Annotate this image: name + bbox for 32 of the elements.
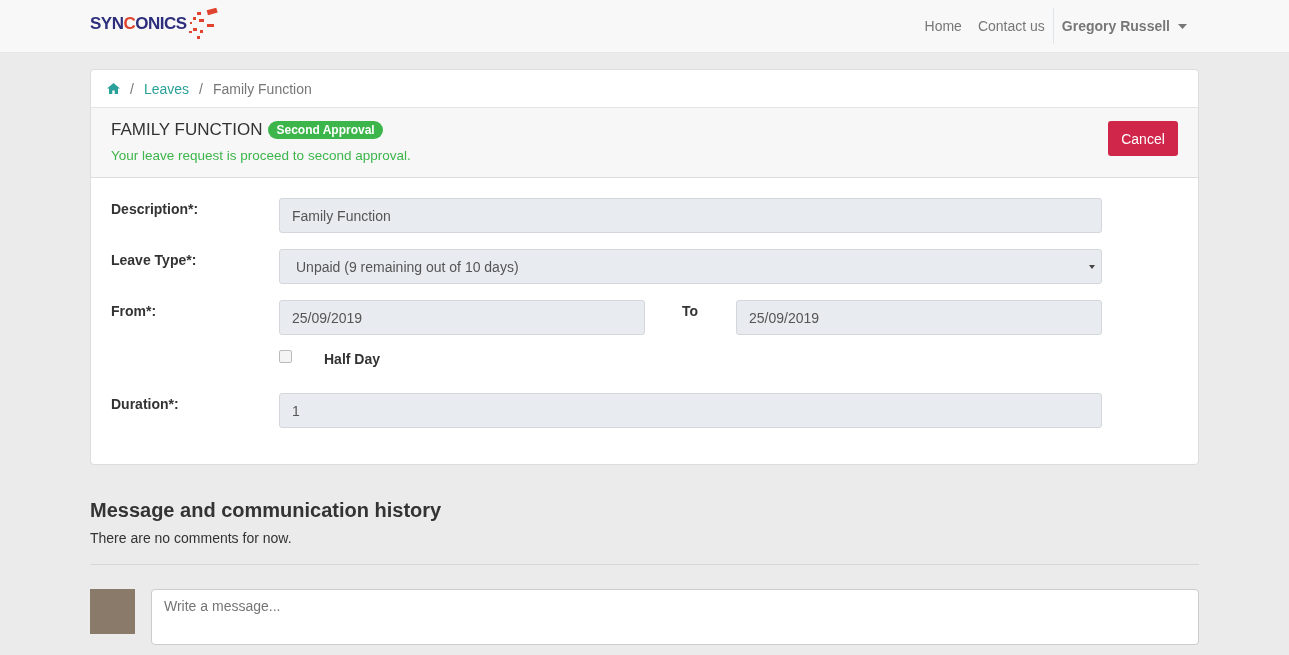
checkbox-label: Half Day <box>324 351 381 367</box>
status-message: Your leave request is proceed to second approval. <box>111 148 411 163</box>
logo-text[interactable]: SYNCONICS <box>90 14 187 34</box>
user-menu[interactable]: Gregory Russell <box>1061 18 1187 34</box>
message-field[interactable]: Write a message... <box>151 589 1199 645</box>
logo-dots-icon <box>186 7 219 41</box>
cancel-button[interactable]: Cancel <box>1108 121 1178 156</box>
nav-link[interactable]: Contact us <box>977 18 1045 34</box>
half-day-checkbox[interactable] <box>279 349 292 363</box>
empty-comments-text: There are no comments for now. <box>90 530 293 546</box>
status-badge: Second Approval <box>268 121 383 139</box>
field-label: Description*: <box>111 200 200 217</box>
field-label: To <box>682 302 700 319</box>
breadcrumb-separator: / <box>199 80 203 97</box>
section-heading: Message and communication history <box>90 499 443 522</box>
request-title: FAMILY FUNCTION <box>111 120 263 140</box>
field-label: From*: <box>111 302 158 319</box>
avatar-placeholder <box>90 589 135 634</box>
home-icon[interactable] <box>107 83 120 94</box>
breadcrumb-current: Family Function <box>212 80 312 97</box>
caret-icon <box>1178 23 1187 29</box>
breadcrumb-separator: / <box>130 80 134 97</box>
field-label: Leave Type*: <box>111 251 198 268</box>
to-date-field[interactable]: 25/09/2019 <box>736 300 1102 335</box>
field-label: Duration*: <box>111 395 180 412</box>
from-date-field[interactable]: 25/09/2019 <box>279 300 645 335</box>
duration-field[interactable]: 1 <box>279 393 1102 428</box>
description-field[interactable]: Family Function <box>279 198 1102 233</box>
breadcrumb-link[interactable]: Leaves <box>143 80 190 97</box>
leave-type-select[interactable]: Unpaid (9 remaining out of 10 days) <box>279 249 1102 284</box>
nav-link[interactable]: Home <box>924 18 962 34</box>
dropdown-arrow-icon <box>1089 264 1095 269</box>
